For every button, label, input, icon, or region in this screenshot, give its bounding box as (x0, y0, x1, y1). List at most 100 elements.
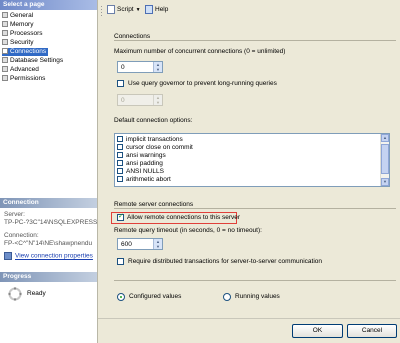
option-checkbox[interactable] (117, 144, 123, 150)
list-item[interactable]: arithmetic abort (117, 176, 171, 184)
running-values-radio[interactable] (223, 293, 231, 301)
connection-label: Connection: (4, 232, 39, 239)
page-item-label: Memory (10, 21, 34, 28)
page-item-label: Permissions (10, 75, 46, 82)
page-icon (2, 30, 8, 36)
page-icon (2, 57, 8, 63)
query-governor-checkbox[interactable] (117, 80, 124, 87)
page-item-advanced[interactable]: Advanced (2, 66, 39, 74)
page-icon (2, 75, 8, 81)
list-item[interactable]: cursor close on commit (117, 144, 193, 152)
scroll-up-icon[interactable]: ▲ (381, 134, 389, 142)
query-governor-value: 0 (121, 97, 125, 104)
list-item[interactable]: ANSI NULLS (117, 168, 164, 176)
left-pane: Select a page General Memory Processors … (0, 0, 98, 343)
server-label: Server: (4, 211, 25, 218)
query-governor-stepper: 0 ▲ ▼ (117, 94, 163, 106)
view-options-divider (114, 280, 396, 281)
stepper-arrows: ▲ ▼ (153, 95, 162, 105)
script-icon (107, 5, 115, 14)
connection-header: Connection (0, 198, 97, 208)
server-value: TP-PC-?3C"14\NSQLEXPRESS (4, 219, 98, 226)
allow-remote-label: Allow remote connections to this server (127, 214, 241, 221)
progress-status: Ready (27, 290, 46, 297)
page-item-memory[interactable]: Memory (2, 21, 33, 29)
ok-button[interactable]: OK (292, 324, 343, 338)
max-connections-stepper[interactable]: 0 ▲ ▼ (117, 61, 163, 73)
chevron-down-icon: ▼ (135, 7, 141, 14)
page-item-database-settings[interactable]: Database Settings (2, 57, 63, 65)
page-item-label: General (10, 12, 34, 19)
scroll-down-icon[interactable]: ▼ (381, 178, 389, 186)
select-page-header: Select a page (0, 0, 97, 10)
page-icon (2, 66, 8, 72)
query-governor-label: Use query governor to prevent long-runni… (128, 80, 277, 87)
max-connections-value: 0 (121, 64, 125, 71)
stepper-arrows[interactable]: ▲ ▼ (153, 239, 162, 249)
progress-header: Progress (0, 272, 97, 282)
page-icon (2, 39, 8, 45)
require-distributed-label: Require distributed transactions for ser… (128, 258, 322, 265)
configured-values-radio[interactable] (117, 293, 125, 301)
page-icon (2, 12, 8, 18)
allow-remote-checkbox[interactable] (117, 212, 124, 221)
arrow-down-icon: ▼ (156, 67, 160, 72)
option-checkbox[interactable] (117, 168, 123, 174)
page-item-label: Advanced (10, 66, 39, 73)
view-connection-properties[interactable]: View connection properties (4, 252, 93, 260)
remote-timeout-label: Remote query timeout (in seconds, 0 = no… (114, 227, 262, 234)
list-item[interactable]: implicit transactions (117, 136, 183, 144)
option-label: ansi warnings (126, 152, 166, 159)
script-button[interactable]: Script ▼ (107, 5, 141, 15)
arrow-down-icon: ▼ (156, 244, 160, 249)
help-button[interactable]: Help (145, 5, 168, 15)
option-label: cursor close on commit (126, 144, 193, 151)
script-label: Script (117, 6, 134, 14)
button-bar-divider (98, 318, 400, 319)
list-item[interactable]: ansi warnings (117, 152, 166, 160)
page-item-permissions[interactable]: Permissions (2, 75, 45, 83)
help-icon (145, 5, 153, 14)
progress-spinner-icon (8, 287, 22, 303)
arrow-down-icon: ▼ (156, 100, 160, 105)
page-item-label: Database Settings (10, 57, 64, 64)
option-checkbox[interactable] (117, 136, 123, 142)
option-label: arithmetic abort (126, 176, 171, 183)
default-options-listbox[interactable]: implicit transactions cursor close on co… (114, 133, 390, 187)
properties-icon (4, 252, 12, 260)
scroll-thumb[interactable] (381, 144, 389, 174)
default-options-label: Default connection options: (114, 117, 193, 124)
option-checkbox[interactable] (117, 152, 123, 158)
page-item-label: Connections (10, 48, 47, 55)
page-item-general[interactable]: General (2, 12, 33, 20)
page-item-processors[interactable]: Processors (2, 30, 43, 38)
connections-divider (114, 40, 396, 41)
help-label: Help (155, 6, 169, 14)
option-label: ANSI NULLS (126, 168, 164, 175)
option-label: ansi padding (126, 160, 163, 167)
page-item-security[interactable]: Security (2, 39, 33, 47)
running-values-label: Running values (235, 293, 280, 300)
page-icon (2, 21, 8, 27)
toolbar-grip (100, 5, 104, 19)
connection-value: FP-<C^"N"14\NE\shawpnendu (4, 240, 93, 247)
list-item[interactable]: ansi padding (117, 160, 163, 168)
require-distributed-checkbox[interactable] (117, 258, 124, 265)
remote-divider (114, 208, 396, 209)
stepper-arrows[interactable]: ▲ ▼ (153, 62, 162, 72)
option-checkbox[interactable] (117, 160, 123, 166)
listbox-scrollbar[interactable]: ▲ ▼ (380, 134, 389, 186)
view-connection-properties-label: View connection properties (15, 252, 93, 260)
remote-timeout-stepper[interactable]: 600 ▲ ▼ (117, 238, 163, 250)
page-item-label: Processors (10, 30, 43, 37)
page-icon (2, 48, 8, 54)
remote-title: Remote server connections (114, 201, 194, 208)
connections-title: Connections (114, 33, 151, 40)
page-item-connections[interactable]: Connections (2, 48, 49, 56)
page-item-label: Security (10, 39, 34, 46)
option-checkbox[interactable] (117, 176, 123, 182)
remote-timeout-value: 600 (121, 241, 132, 248)
option-label: implicit transactions (126, 136, 183, 143)
cancel-button[interactable]: Cancel (347, 324, 397, 338)
configured-values-label: Configured values (129, 293, 182, 300)
